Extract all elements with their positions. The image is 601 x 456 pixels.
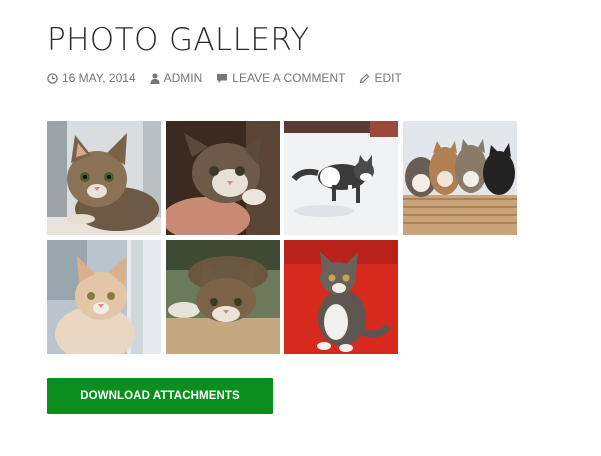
page-title: PHOTO GALLERY [47, 22, 310, 58]
comment-link-text[interactable]: LEAVE A COMMENT [232, 71, 345, 85]
gallery-thumbnail-2[interactable] [166, 121, 280, 235]
gallery-thumbnail-3[interactable] [284, 121, 398, 235]
comment-link[interactable]: LEAVE A COMMENT [216, 71, 345, 85]
kitten-photo-1 [47, 121, 161, 235]
download-attachments-button[interactable]: DOWNLOAD ATTACHMENTS [47, 378, 273, 414]
comment-icon [217, 73, 228, 83]
entry-meta: 16 MAY, 2014 ADMIN LEAVE A COMMENT EDIT [47, 71, 416, 85]
edit-link[interactable]: EDIT [359, 71, 402, 85]
post-date-text[interactable]: 16 MAY, 2014 [62, 71, 136, 85]
gallery-thumbnail-1[interactable] [47, 121, 161, 235]
kitten-photo-6 [166, 240, 280, 354]
gallery-thumbnail-6[interactable] [166, 240, 280, 354]
edit-link-text[interactable]: EDIT [374, 71, 401, 85]
user-icon [150, 73, 160, 84]
kitten-photo-4 [403, 121, 517, 235]
post-author-text[interactable]: ADMIN [164, 71, 203, 85]
kitten-photo-7 [284, 240, 398, 354]
post-date[interactable]: 16 MAY, 2014 [47, 71, 136, 85]
pencil-icon [360, 73, 370, 83]
clock-icon [47, 72, 58, 84]
post-author[interactable]: ADMIN [150, 71, 203, 85]
gallery-thumbnail-4[interactable] [403, 121, 517, 235]
gallery-thumbnail-5[interactable] [47, 240, 161, 354]
kitten-photo-5 [47, 240, 161, 354]
kitten-photo-2 [166, 121, 280, 235]
gallery-thumbnail-7[interactable] [284, 240, 398, 354]
kitten-photo-3 [284, 121, 398, 235]
